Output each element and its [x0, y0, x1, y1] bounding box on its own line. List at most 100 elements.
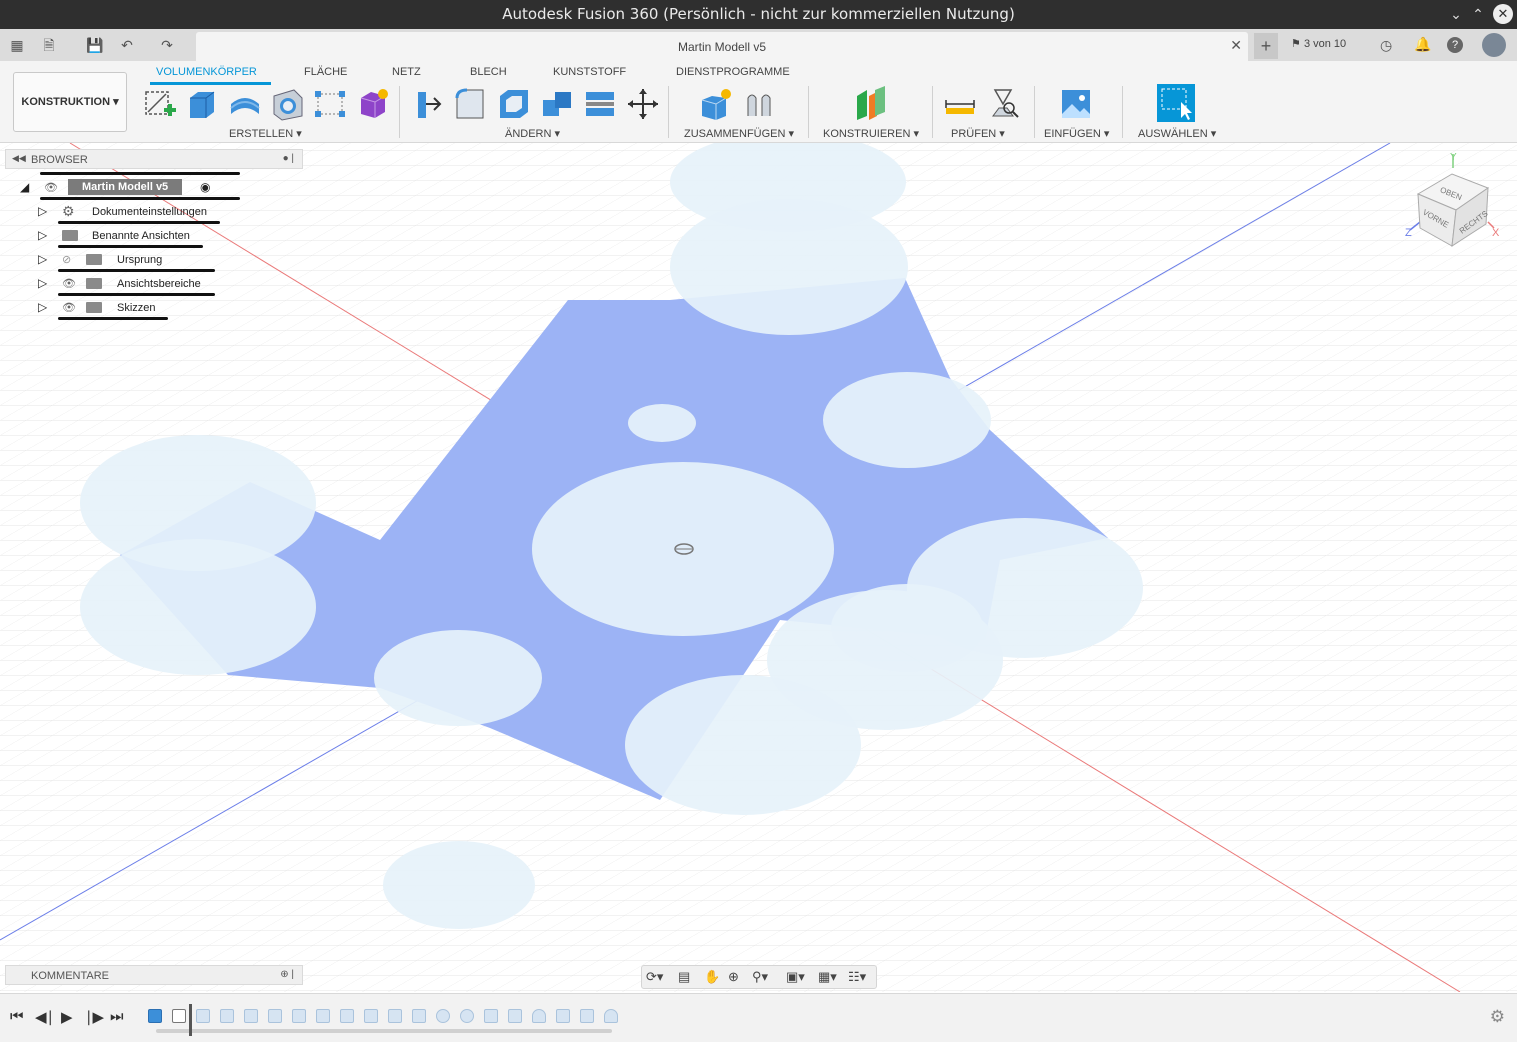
pattern-icon[interactable] — [312, 86, 348, 122]
go-to-end-icon[interactable]: ⏭ — [110, 1008, 124, 1025]
new-tab-button[interactable]: + — [1254, 33, 1278, 59]
expand-icon[interactable]: ▷ — [38, 252, 47, 266]
browser-root[interactable]: ◢ 👁 Martin Modell v5 ◉ — [20, 172, 240, 200]
redo-icon[interactable]: ↷ — [158, 36, 176, 54]
notifications-icon[interactable]: 🔔 — [1414, 36, 1431, 53]
timeline-feature-icon[interactable] — [364, 1009, 378, 1023]
timeline-feature-icon[interactable] — [484, 1009, 498, 1023]
insert-image-icon[interactable] — [1058, 86, 1094, 122]
browser-item[interactable]: ▷ 👁 Skizzen — [38, 298, 228, 320]
timeline-feature-icon[interactable] — [220, 1009, 234, 1023]
select-group-label[interactable]: AUSWÄHLEN ▾ — [1138, 127, 1216, 140]
activate-component-icon[interactable]: ◉ — [200, 180, 210, 194]
pan-icon[interactable]: ✋ — [704, 969, 720, 985]
inspect-group-label[interactable]: PRÜFEN ▾ — [951, 127, 1005, 140]
fit-icon[interactable]: ⚲▾ — [752, 969, 768, 985]
document-tab[interactable]: Martin Modell v5 ✕ — [196, 32, 1248, 61]
select-tool-icon[interactable] — [1157, 84, 1195, 122]
timeline-marker[interactable] — [189, 1004, 192, 1036]
timeline-feature-icon[interactable] — [292, 1009, 306, 1023]
timeline-feature-icon[interactable] — [244, 1009, 258, 1023]
section-analysis-icon[interactable] — [985, 86, 1021, 122]
panel-toggle-icon[interactable]: ● | — [283, 153, 294, 164]
timeline-feature-icon[interactable] — [508, 1009, 522, 1023]
zoom-icon[interactable]: ⊕ — [728, 969, 739, 985]
tab-utilities[interactable]: DIENSTPROGRAMME — [676, 66, 790, 78]
expand-icon[interactable]: ▷ — [38, 300, 47, 314]
timeline-feature-icon[interactable] — [388, 1009, 402, 1023]
new-component-icon[interactable] — [698, 86, 734, 122]
step-back-icon[interactable]: ◀∣ — [35, 1008, 54, 1026]
browser-item[interactable]: ▷ ⊘ Ursprung — [38, 250, 228, 272]
workspace-switcher[interactable]: KONSTRUKTION ▾ — [13, 72, 127, 132]
go-to-start-icon[interactable]: ⏮ — [10, 1008, 24, 1025]
fillet-icon[interactable] — [453, 86, 489, 122]
timeline-feature-icon[interactable] — [340, 1009, 354, 1023]
timeline-feature-icon[interactable] — [580, 1009, 594, 1023]
timeline-feature-icon[interactable] — [532, 1009, 546, 1023]
timeline-feature-canvas-icon[interactable] — [148, 1009, 162, 1023]
timeline-feature-icon[interactable] — [436, 1009, 450, 1023]
timeline-feature-sketch-icon[interactable] — [172, 1009, 186, 1023]
timeline-feature-icon[interactable] — [316, 1009, 330, 1023]
orbit-icon[interactable]: ⟳▾ — [646, 969, 663, 985]
visibility-icon[interactable]: 👁 — [44, 181, 58, 194]
timeline-settings-icon[interactable]: ⚙ — [1490, 1007, 1505, 1027]
move-icon[interactable] — [625, 86, 661, 122]
file-menu-icon[interactable]: 🗎 — [40, 36, 58, 54]
revolve-icon[interactable] — [227, 86, 263, 122]
offset-plane-icon[interactable] — [853, 86, 889, 122]
expand-icon[interactable]: ▷ — [38, 276, 47, 290]
construct-group-label[interactable]: KONSTRUIEREN ▾ — [823, 127, 919, 140]
app-grid-icon[interactable]: ▦ — [8, 36, 26, 54]
hole-icon[interactable] — [270, 86, 306, 122]
split-body-icon[interactable] — [582, 86, 618, 122]
insert-group-label[interactable]: EINFÜGEN ▾ — [1044, 127, 1109, 140]
minimize-icon[interactable]: ⌄ — [1446, 4, 1466, 24]
timeline-feature-icon[interactable] — [196, 1009, 210, 1023]
create-sketch-icon[interactable] — [142, 86, 178, 122]
add-comment-icon[interactable]: ⊕ | — [280, 969, 294, 980]
save-icon[interactable]: 💾 — [86, 36, 104, 54]
grid-settings-icon[interactable]: ▦▾ — [818, 969, 837, 985]
collapse-icon[interactable]: ◢ — [20, 180, 29, 194]
model-scene[interactable] — [0, 143, 1517, 992]
clock-icon[interactable]: ◷ — [1380, 37, 1392, 54]
timeline-feature-icon[interactable] — [268, 1009, 282, 1023]
close-tab-icon[interactable]: ✕ — [1230, 37, 1242, 54]
timeline-feature-icon[interactable] — [460, 1009, 474, 1023]
joint-icon[interactable] — [742, 86, 778, 122]
press-pull-icon[interactable] — [410, 86, 446, 122]
measure-icon[interactable] — [942, 86, 978, 122]
browser-item[interactable]: ▷ ⚙ Dokumenteinstellungen — [38, 202, 228, 224]
browser-item[interactable]: ▷ 👁 Ansichtsbereiche — [38, 274, 228, 296]
browser-panel-header[interactable]: ◀◀ BROWSER ● | — [5, 149, 303, 169]
tab-surface[interactable]: FLÄCHE — [304, 66, 347, 78]
step-forward-icon[interactable]: ∣▶ — [85, 1008, 104, 1026]
modify-group-label[interactable]: ÄNDERN ▾ — [505, 127, 560, 140]
expand-icon[interactable]: ▷ — [38, 204, 47, 218]
look-at-icon[interactable]: ▤ — [678, 969, 690, 985]
hidden-eye-icon[interactable]: ⊘ — [62, 253, 71, 266]
timeline-feature-icon[interactable] — [556, 1009, 570, 1023]
viewports-icon[interactable]: ☷▾ — [848, 969, 866, 985]
tab-plastic[interactable]: KUNSTSTOFF — [553, 66, 626, 78]
close-window-icon[interactable]: ✕ — [1493, 4, 1513, 24]
tab-sheet-metal[interactable]: BLECH — [470, 66, 507, 78]
combine-icon[interactable] — [539, 86, 575, 122]
tab-solid[interactable]: VOLUMENKÖRPER — [156, 66, 257, 78]
play-icon[interactable]: ▶ — [61, 1008, 73, 1026]
create-group-label[interactable]: ERSTELLEN ▾ — [229, 127, 302, 140]
canvas-viewport[interactable] — [0, 143, 1517, 992]
timeline-track[interactable] — [156, 1029, 612, 1033]
create-form-icon[interactable] — [355, 86, 391, 122]
extrude-icon[interactable] — [184, 86, 220, 122]
comments-panel-header[interactable]: KOMMENTARE ⊕ | — [5, 965, 303, 985]
assemble-group-label[interactable]: ZUSAMMENFÜGEN ▾ — [684, 127, 794, 140]
shell-icon[interactable] — [496, 86, 532, 122]
undo-icon[interactable]: ↶ — [118, 36, 136, 54]
view-cube[interactable]: Y Z X OBEN VORNE RECHTS — [1400, 150, 1510, 250]
maximize-icon[interactable]: ⌃ — [1468, 4, 1488, 24]
expand-icon[interactable]: ▷ — [38, 228, 47, 242]
browser-item[interactable]: ▷ Benannte Ansichten — [38, 226, 228, 248]
